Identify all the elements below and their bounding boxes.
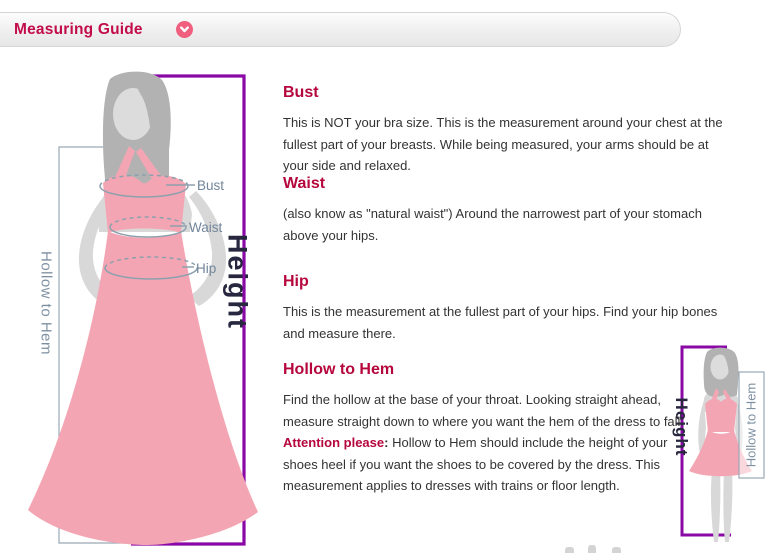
section-bust: Bust This is NOT your bra size. This is … [283, 83, 728, 177]
small-hair-shape [704, 348, 739, 397]
waist-section-title: Waist [283, 174, 728, 194]
hip-measure-label: Hip [196, 261, 216, 276]
section-hollow-to-hem: Hollow to Hem Find the hollow at the bas… [283, 360, 685, 497]
attention-separator: : [384, 435, 392, 450]
measuring-guide-header[interactable]: Measuring Guide [0, 12, 681, 47]
small-right-arm [730, 400, 743, 466]
hip-section-body: This is the measurement at the fullest p… [283, 301, 728, 344]
hollow-to-hem-section-body: Find the hollow at the base of your thro… [283, 389, 685, 497]
small-neck-shape [714, 376, 727, 397]
small-left-leg [711, 470, 720, 542]
bust-section-body: This is NOT your bra size. This is the m… [283, 112, 728, 177]
waist-ellipse-solid [110, 227, 186, 237]
small-right-leg [723, 470, 732, 542]
hip-ellipse-dashed [105, 257, 197, 268]
hollow-body-part1: Find the hollow at the base of your thro… [283, 392, 684, 429]
chevron-down-icon[interactable] [176, 21, 193, 38]
face-shape [113, 88, 153, 140]
dress-strap-left [112, 146, 135, 189]
cut-off-fragment [612, 547, 621, 553]
bust-section-title: Bust [283, 83, 728, 103]
small-dress-bodice [705, 399, 737, 432]
measuring-guide-page: Measuring Guide [0, 0, 778, 553]
waist-measure-label: Waist [189, 220, 222, 235]
hollow-to-hem-label-large: Hollow to Hem [38, 251, 55, 355]
section-hip: Hip This is the measurement at the fulle… [283, 272, 728, 344]
small-shoulders-shape [704, 386, 738, 412]
small-face-shape [711, 355, 730, 380]
height-label-large: Height [222, 234, 253, 330]
hollow-to-hem-bracket-large [59, 147, 133, 543]
neck-shape [121, 134, 152, 180]
small-hair-front [720, 350, 736, 394]
hollow-to-hem-label-small: Hollow to Hem [744, 383, 759, 468]
attention-please-label: Attention please [283, 435, 384, 450]
left-arm-shape [79, 191, 117, 306]
small-left-arm [698, 400, 711, 466]
bust-measure-label: Bust [197, 178, 224, 193]
bust-ellipse-solid [100, 186, 188, 197]
section-waist: Waist (also know as "natural waist") Aro… [283, 174, 728, 246]
cut-off-fragment [588, 545, 596, 553]
hollow-to-hem-section-title: Hollow to Hem [283, 360, 685, 380]
small-strap-right [723, 389, 734, 406]
measure-ellipses [100, 175, 197, 279]
right-arm-shape [188, 191, 226, 306]
bust-ellipse-dashed [100, 175, 188, 186]
waist-section-body: (also know as "natural waist") Around th… [283, 203, 728, 246]
waist-ellipse-dashed [110, 217, 186, 227]
dress-bodice [103, 175, 186, 233]
cut-off-fragment [565, 547, 574, 553]
hair-front-shape [133, 73, 168, 192]
hip-ellipse-solid [105, 268, 197, 279]
hip-section-title: Hip [283, 272, 728, 292]
hair-shape [103, 72, 171, 198]
small-strap-left [710, 388, 719, 406]
page-title: Measuring Guide [14, 13, 143, 46]
shoulders-shape [98, 176, 192, 232]
dress-strap-right [136, 148, 167, 189]
